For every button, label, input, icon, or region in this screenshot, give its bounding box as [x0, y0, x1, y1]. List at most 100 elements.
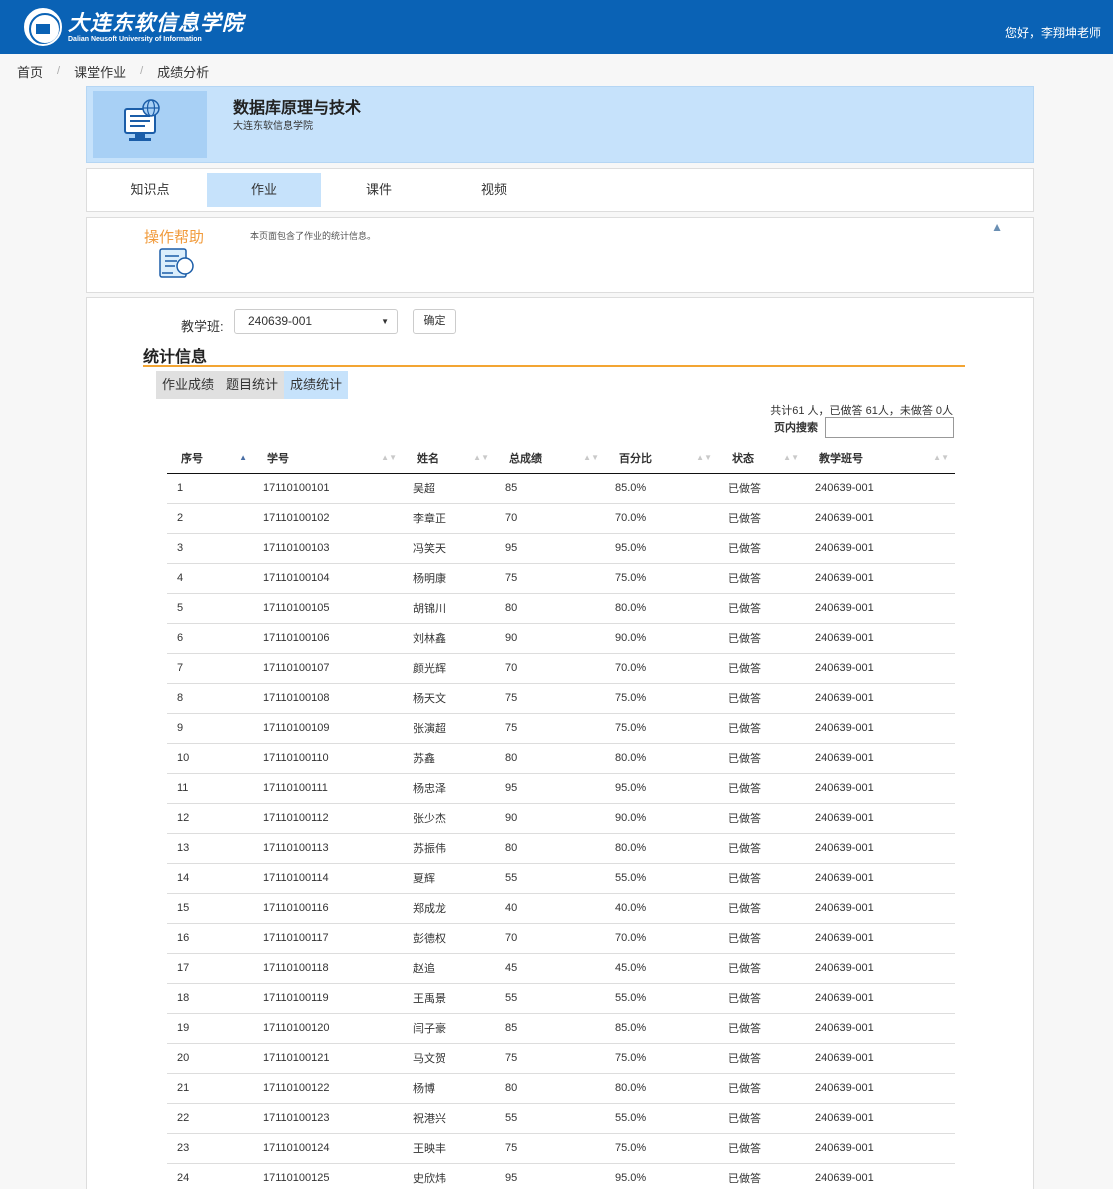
cell-status: 已做答 — [718, 473, 805, 504]
cell-status: 已做答 — [718, 833, 805, 864]
class-select[interactable]: 240639-001 ▼ — [234, 309, 398, 334]
cell-status: 已做答 — [718, 683, 805, 714]
cell-status: 已做答 — [718, 1013, 805, 1044]
cell-student-id: 17110100119 — [253, 983, 403, 1014]
sort-icon: ▲▼ — [473, 453, 489, 462]
table-row: 15 17110100116 郑成龙 40 40.0% 已做答 240639-001 — [167, 893, 955, 924]
cell-class-no: 240639-001 — [805, 863, 955, 894]
cell-name: 王映丰 — [403, 1133, 495, 1164]
cell-student-id: 17110100117 — [253, 923, 403, 954]
subtab-grade-stats[interactable]: 成绩统计 — [284, 371, 349, 399]
cell-index: 4 — [167, 563, 253, 594]
computer-globe-icon — [124, 99, 160, 141]
cell-name: 颜光辉 — [403, 653, 495, 684]
grades-table: 序号 ▲ 学号 ▲▼ 姓名 ▲▼ 总成绩 ▲▼ 百分比 ▲▼ 状态 ▲▼ 教学班号 ▲▼ 11… — [167, 443, 955, 1189]
tab-homework[interactable]: 作业 — [207, 173, 321, 207]
cell-total: 80 — [495, 593, 605, 624]
stats-subtabs: 作业成绩 题目统计 成绩统计 — [156, 371, 349, 399]
sort-icon: ▲▼ — [933, 453, 949, 462]
cell-percent: 90.0% — [605, 803, 718, 834]
search-input[interactable] — [825, 417, 954, 438]
cell-name: 苏振伟 — [403, 833, 495, 864]
table-row: 3 17110100103 冯笑天 95 95.0% 已做答 240639-001 — [167, 533, 955, 564]
col-header-name[interactable]: 姓名 ▲▼ — [403, 443, 495, 474]
col-header-total[interactable]: 总成绩 ▲▼ — [495, 443, 605, 474]
cell-percent: 70.0% — [605, 503, 718, 534]
breadcrumb-home[interactable]: 首页 — [17, 62, 43, 81]
cell-class-no: 240639-001 — [805, 983, 955, 1014]
chevron-up-icon[interactable]: ▲ — [991, 220, 1003, 234]
cell-percent: 70.0% — [605, 653, 718, 684]
cell-status: 已做答 — [718, 713, 805, 744]
table-row: 4 17110100104 杨明康 75 75.0% 已做答 240639-001 — [167, 563, 955, 594]
cell-percent: 75.0% — [605, 1133, 718, 1164]
cell-index: 1 — [167, 473, 253, 504]
cell-total: 40 — [495, 893, 605, 924]
cell-name: 彭德权 — [403, 923, 495, 954]
cell-percent: 55.0% — [605, 863, 718, 894]
cell-percent: 80.0% — [605, 1073, 718, 1104]
cell-student-id: 17110100116 — [253, 893, 403, 924]
cell-status: 已做答 — [718, 953, 805, 984]
cell-index: 3 — [167, 533, 253, 564]
col-header-status[interactable]: 状态 ▲▼ — [718, 443, 805, 474]
cell-student-id: 17110100107 — [253, 653, 403, 684]
cell-status: 已做答 — [718, 1103, 805, 1134]
table-row: 6 17110100106 刘林鑫 90 90.0% 已做答 240639-001 — [167, 623, 955, 654]
cell-percent: 75.0% — [605, 683, 718, 714]
col-header-index[interactable]: 序号 ▲ — [167, 443, 253, 474]
cell-index: 19 — [167, 1013, 253, 1044]
table-row: 17 17110100118 赵追 45 45.0% 已做答 240639-001 — [167, 953, 955, 984]
cell-student-id: 17110100111 — [253, 773, 403, 804]
cell-class-no: 240639-001 — [805, 1073, 955, 1104]
breadcrumb: 首页 / 课堂作业 / 成绩分析 — [17, 62, 209, 80]
cell-name: 杨天文 — [403, 683, 495, 714]
cell-student-id: 17110100124 — [253, 1133, 403, 1164]
cell-name: 闫子豪 — [403, 1013, 495, 1044]
cell-name: 史欣炜 — [403, 1163, 495, 1189]
cell-index: 9 — [167, 713, 253, 744]
cell-class-no: 240639-001 — [805, 1163, 955, 1189]
cell-status: 已做答 — [718, 983, 805, 1014]
cell-index: 12 — [167, 803, 253, 834]
cell-name: 苏鑫 — [403, 743, 495, 774]
top-header: 大连东软信息学院 Dalian Neusoft University of In… — [0, 0, 1113, 54]
cell-student-id: 17110100122 — [253, 1073, 403, 1104]
sort-asc-icon: ▲ — [239, 453, 247, 462]
col-header-student-id[interactable]: 学号 ▲▼ — [253, 443, 403, 474]
subtab-homework-scores[interactable]: 作业成绩 — [156, 371, 221, 399]
cell-total: 55 — [495, 863, 605, 894]
cell-index: 15 — [167, 893, 253, 924]
col-header-percent[interactable]: 百分比 ▲▼ — [605, 443, 718, 474]
col-header-class-no[interactable]: 教学班号 ▲▼ — [805, 443, 955, 474]
university-logo[interactable]: 大连东软信息学院 Dalian Neusoft University of In… — [24, 8, 244, 46]
table-row: 12 17110100112 张少杰 90 90.0% 已做答 240639-001 — [167, 803, 955, 834]
cell-index: 6 — [167, 623, 253, 654]
cell-total: 70 — [495, 503, 605, 534]
cell-class-no: 240639-001 — [805, 923, 955, 954]
confirm-button[interactable]: 确定 — [413, 309, 456, 334]
cell-name: 胡锦川 — [403, 593, 495, 624]
cell-status: 已做答 — [718, 1133, 805, 1164]
tab-courseware[interactable]: 课件 — [322, 173, 436, 207]
cell-class-no: 240639-001 — [805, 1043, 955, 1074]
breadcrumb-homework[interactable]: 课堂作业 — [74, 62, 126, 81]
cell-student-id: 17110100114 — [253, 863, 403, 894]
cell-student-id: 17110100105 — [253, 593, 403, 624]
user-greeting[interactable]: 您好，李翔坤老师 — [1005, 24, 1101, 41]
cell-class-no: 240639-001 — [805, 1013, 955, 1044]
cell-student-id: 17110100102 — [253, 503, 403, 534]
cell-name: 杨博 — [403, 1073, 495, 1104]
cell-index: 23 — [167, 1133, 253, 1164]
cell-name: 张少杰 — [403, 803, 495, 834]
cell-class-no: 240639-001 — [805, 563, 955, 594]
summary-text: 共计61 人，已做答 61人，未做答 0人 — [770, 405, 953, 417]
subtab-question-stats[interactable]: 题目统计 — [220, 371, 285, 399]
cell-class-no: 240639-001 — [805, 713, 955, 744]
cell-class-no: 240639-001 — [805, 473, 955, 504]
cell-percent: 85.0% — [605, 1013, 718, 1044]
cell-total: 45 — [495, 953, 605, 984]
tab-video[interactable]: 视频 — [437, 173, 551, 207]
cell-student-id: 17110100108 — [253, 683, 403, 714]
tab-knowledge-points[interactable]: 知识点 — [93, 173, 207, 207]
